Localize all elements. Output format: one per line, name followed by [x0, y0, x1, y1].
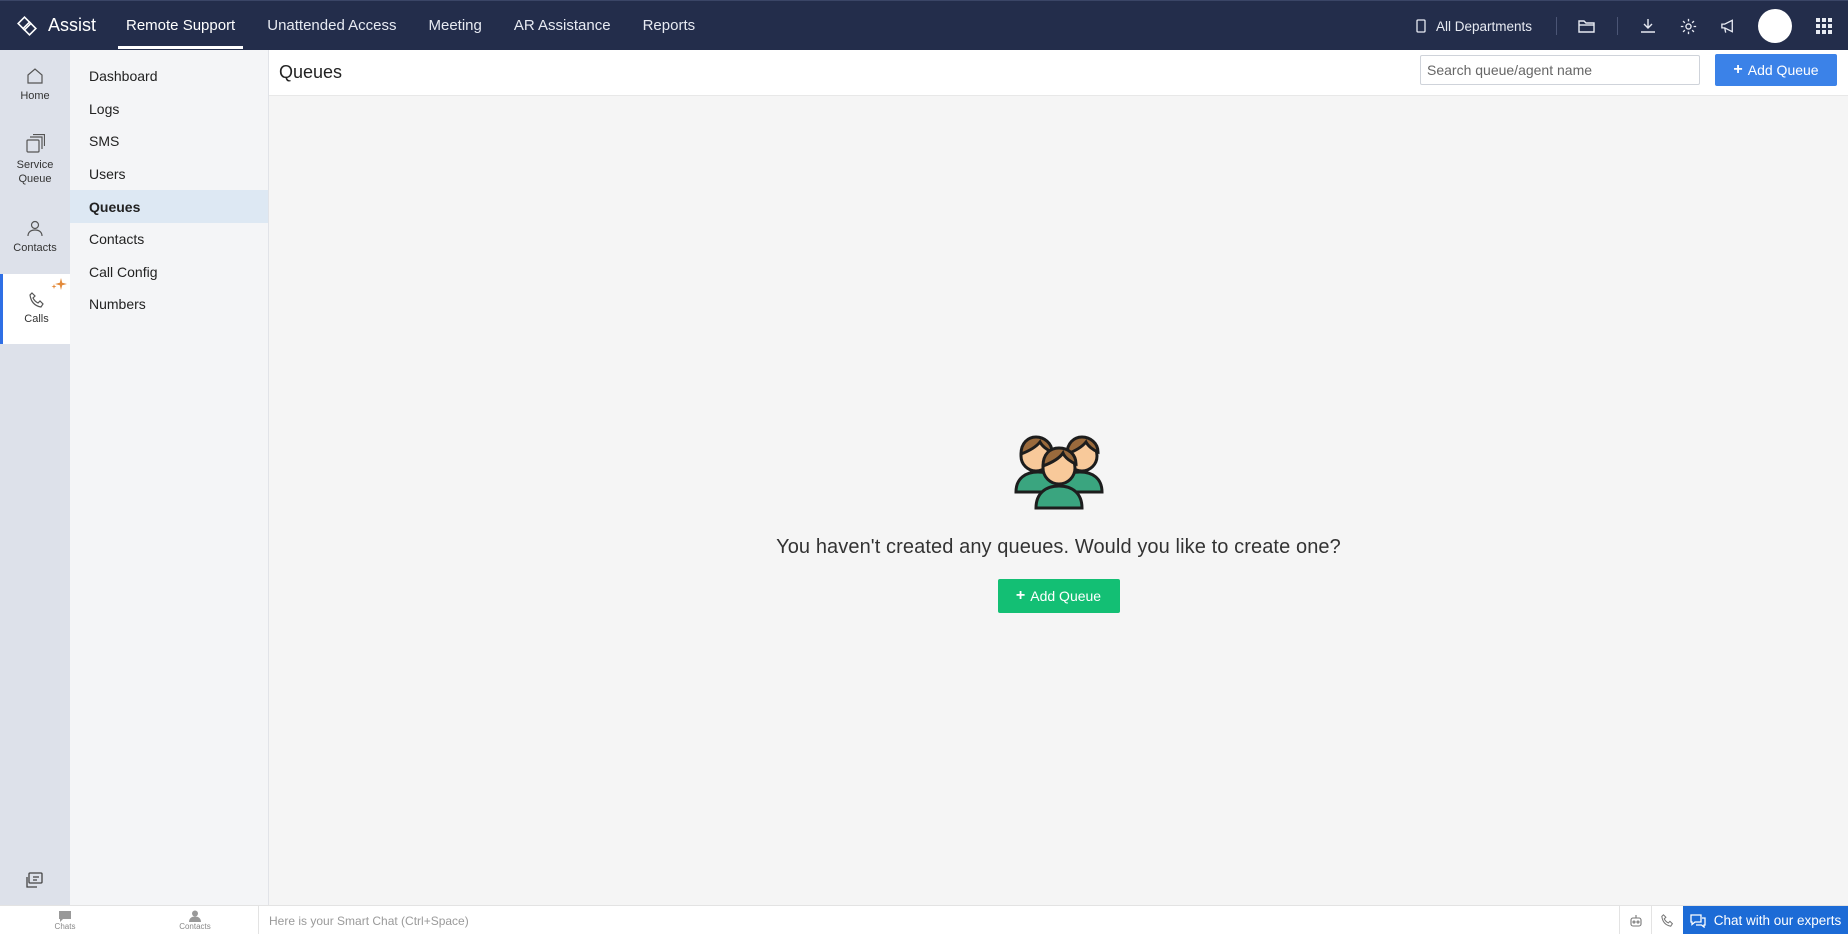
subnav-item-queues[interactable]: Queues: [70, 190, 268, 223]
tab-unattended-access[interactable]: Unattended Access: [259, 1, 404, 51]
plus-icon: +: [1733, 61, 1743, 78]
department-label: All Departments: [1435, 18, 1532, 34]
header-actions: All Departments: [1416, 1, 1848, 51]
avatar[interactable]: [1758, 9, 1792, 43]
chat-with-experts-label: Chat with our experts: [1713, 913, 1842, 928]
megaphone-icon[interactable]: [1708, 1, 1748, 51]
rail-item-calls[interactable]: Calls: [0, 274, 70, 344]
department-icon: [1416, 19, 1426, 33]
subnav-item-logs[interactable]: Logs: [70, 93, 268, 126]
empty-state: You haven't created any queues. Would yo…: [269, 410, 1848, 613]
bottom-icons: [1619, 906, 1683, 934]
tab-remote-support[interactable]: Remote Support: [118, 1, 244, 51]
app-grid-icon[interactable]: [1804, 1, 1844, 51]
product-tabs: Remote Support Unattended Access Meeting…: [118, 1, 719, 51]
empty-state-message: You haven't created any queues. Would yo…: [776, 536, 1341, 558]
rail-item-label: Contacts: [13, 242, 57, 254]
top-navigation-bar: Assist Remote Support Unattended Access …: [0, 0, 1848, 50]
chat-icon: [1690, 913, 1706, 928]
subnav-item-contacts[interactable]: Contacts: [70, 223, 268, 256]
brand-name: Assist: [48, 15, 97, 35]
bottom-tab-label: Contacts: [179, 921, 211, 931]
add-queue-label: Add Queue: [1747, 62, 1819, 78]
rail-item-home[interactable]: Home: [0, 50, 70, 120]
search-input[interactable]: [1420, 55, 1700, 85]
phone-icon[interactable]: [1651, 906, 1683, 934]
contact-icon: [189, 910, 201, 922]
rail-item-service-queue[interactable]: Service Queue: [0, 120, 70, 200]
subnav-item-dashboard[interactable]: Dashboard: [70, 60, 268, 93]
service-queue-icon: [26, 134, 45, 153]
add-queue-button[interactable]: + Add Queue: [1715, 54, 1837, 86]
tab-meeting[interactable]: Meeting: [421, 1, 490, 51]
bottom-tab-chats[interactable]: Chats: [0, 906, 130, 934]
department-selector[interactable]: All Departments: [1416, 19, 1532, 34]
bottom-bar: Chats Contacts Here is your Smart Chat (…: [0, 905, 1848, 934]
home-icon: [27, 68, 43, 84]
tab-ar-assistance[interactable]: AR Assistance: [506, 1, 619, 51]
subnav-item-numbers[interactable]: Numbers: [70, 288, 268, 321]
gear-icon[interactable]: [1668, 1, 1708, 51]
divider: [1556, 17, 1557, 35]
phone-icon: [28, 292, 44, 308]
chat-with-experts-button[interactable]: Chat with our experts: [1683, 906, 1848, 934]
plus-icon: +: [1015, 587, 1026, 604]
main-content: Queues + Add Queue You haven't created a…: [269, 50, 1848, 905]
brand[interactable]: Assist: [0, 1, 118, 51]
bot-icon[interactable]: [1619, 906, 1651, 934]
rail-item-label: Calls: [24, 313, 49, 325]
rail-item-label-line1: Service: [16, 159, 54, 171]
contact-icon: [27, 220, 43, 237]
calls-subnav: Dashboard Logs SMS Users Queues Contacts…: [70, 50, 269, 905]
users-group-icon: [1013, 435, 1104, 510]
rail-item-contacts[interactable]: Contacts: [0, 200, 70, 274]
sparkle-icon: [51, 278, 67, 300]
rail-item-label-line2: Queue: [18, 173, 52, 185]
bottom-tab-label: Chats: [54, 921, 76, 931]
rail-item-label: Home: [20, 90, 50, 102]
left-rail: Home Service Queue Contacts Calls: [0, 50, 70, 905]
folder-icon[interactable]: [1567, 1, 1607, 51]
bottom-tab-contacts[interactable]: Contacts: [130, 906, 260, 934]
chat-bubble-icon: [59, 910, 71, 922]
page-header: Queues + Add Queue: [269, 50, 1848, 96]
subnav-item-users[interactable]: Users: [70, 158, 268, 191]
subnav-item-sms[interactable]: SMS: [70, 125, 268, 158]
empty-add-queue-button[interactable]: + Add Queue: [997, 579, 1120, 613]
page-title: Queues: [279, 62, 343, 82]
download-icon[interactable]: [1628, 1, 1668, 51]
tab-reports[interactable]: Reports: [635, 1, 704, 51]
smart-chat-placeholder: Here is your Smart Chat (Ctrl+Space): [269, 913, 469, 928]
rail-bottom-action[interactable]: [0, 871, 70, 891]
smart-chat-input[interactable]: Here is your Smart Chat (Ctrl+Space): [258, 906, 1620, 934]
assist-logo-icon: [14, 13, 40, 39]
subnav-item-call-config[interactable]: Call Config: [70, 256, 268, 289]
divider: [1617, 17, 1618, 35]
feedback-icon: [26, 872, 43, 888]
empty-add-queue-label: Add Queue: [1030, 588, 1102, 604]
